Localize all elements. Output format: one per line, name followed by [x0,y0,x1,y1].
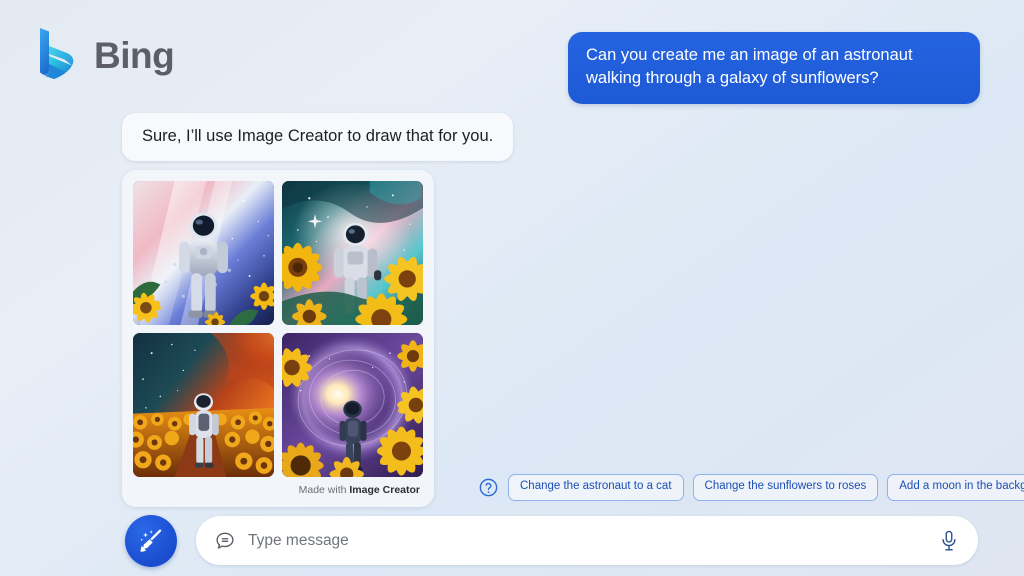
user-message-bubble: Can you create me an image of an astrona… [568,32,980,104]
generated-image-1[interactable] [133,181,274,325]
generated-image-2[interactable] [282,181,423,325]
image-results-card: Made with Image Creator [122,170,434,507]
broom-sparkle-icon [136,526,166,556]
assistant-message-bubble: Sure, I’ll use Image Creator to draw tha… [122,113,514,162]
question-circle-icon[interactable] [478,477,499,498]
microphone-icon[interactable] [938,528,960,554]
generated-image-4[interactable] [282,333,423,477]
made-with-prefix: Made with [298,484,350,496]
brand-name: Bing [94,34,175,76]
image-grid [133,181,423,477]
suggestion-chip-2[interactable]: Change the sunflowers to roses [692,474,879,501]
suggestion-chip-3[interactable]: Add a moon in the background [887,474,1024,501]
chat-bubble-icon [214,530,236,552]
bing-brand: Bing [36,26,175,84]
message-input-bar[interactable] [196,516,978,565]
bing-b-logo-icon [36,26,80,84]
suggestion-chip-1[interactable]: Change the astronaut to a cat [508,474,684,501]
generated-image-3[interactable] [133,333,274,477]
message-input[interactable] [236,531,938,550]
new-topic-button[interactable] [125,515,177,567]
suggestion-chips-row: Change the astronaut to a cat Change the… [478,474,1024,501]
made-with-footer: Made with Image Creator [133,477,423,501]
image-creator-link[interactable]: Image Creator [349,484,420,496]
